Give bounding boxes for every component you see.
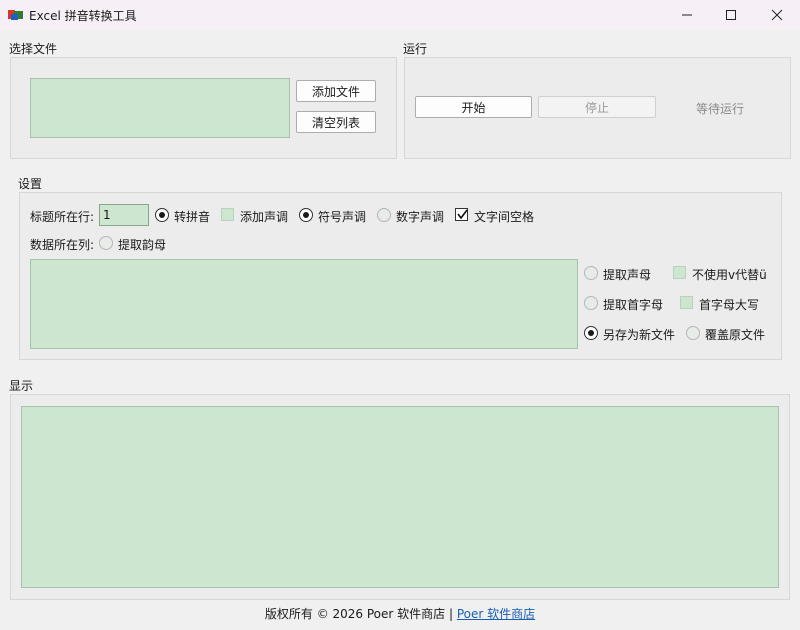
save-as-new-radio[interactable]	[584, 326, 598, 340]
space-between-label: 文字间空格	[474, 210, 535, 224]
space-between-checkbox[interactable]	[455, 208, 468, 221]
run-group-label: 运行	[403, 42, 428, 56]
log-display[interactable]	[21, 406, 779, 588]
column-list[interactable]	[30, 259, 578, 349]
convert-pinyin-label: 转拼音	[174, 210, 211, 224]
file-list[interactable]	[30, 78, 290, 138]
first-letter-upper-label: 首字母大写	[699, 298, 760, 312]
symbol-tone-radio[interactable]	[299, 208, 313, 222]
stop-button[interactable]: 停止	[538, 96, 656, 118]
symbol-tone-label: 符号声调	[318, 210, 367, 224]
extract-first-letter-label: 提取首字母	[603, 298, 664, 312]
display-group-label: 显示	[9, 379, 34, 393]
no-v-for-u-checkbox[interactable]	[673, 266, 686, 279]
number-tone-label: 数字声调	[396, 210, 445, 224]
start-button[interactable]: 开始	[415, 96, 532, 118]
save-as-new-label: 另存为新文件	[603, 328, 676, 342]
convert-pinyin-radio[interactable]	[155, 208, 169, 222]
title-row-input[interactable]: 1	[99, 204, 149, 226]
overwrite-label: 覆盖原文件	[705, 328, 766, 342]
minimize-icon[interactable]	[664, 0, 710, 30]
add-file-button[interactable]: 添加文件	[296, 80, 376, 102]
extract-initial-radio[interactable]	[584, 266, 598, 280]
extract-final-radio[interactable]	[99, 236, 113, 250]
first-letter-upper-checkbox[interactable]	[680, 296, 693, 309]
settings-group-label: 设置	[18, 177, 43, 191]
clear-list-button[interactable]: 清空列表	[296, 111, 376, 133]
title-bar: Excel 拼音转换工具	[0, 0, 800, 30]
store-link[interactable]: Poer 软件商店	[457, 607, 535, 621]
extract-final-label: 提取韵母	[118, 238, 167, 252]
run-status: 等待运行	[696, 102, 745, 116]
maximize-icon[interactable]	[708, 0, 754, 30]
overwrite-radio[interactable]	[686, 326, 700, 340]
add-tone-checkbox[interactable]	[221, 208, 234, 221]
add-tone-label: 添加声调	[240, 210, 289, 224]
number-tone-radio[interactable]	[377, 208, 391, 222]
copyright-text: 版权所有 © 2026 Poer 软件商店 |	[264, 607, 453, 621]
no-v-for-u-label: 不使用v代替ü	[692, 268, 767, 282]
footer: 版权所有 © 2026 Poer 软件商店 | Poer 软件商店	[0, 605, 800, 622]
window-title: Excel 拼音转换工具	[29, 9, 137, 23]
excel-pinyin-app-icon	[8, 8, 24, 22]
extract-first-letter-radio[interactable]	[584, 296, 598, 310]
extract-initial-label: 提取声母	[603, 268, 652, 282]
data-column-label: 数据所在列:	[30, 238, 95, 252]
file-group-label: 选择文件	[9, 42, 58, 56]
title-row-label: 标题所在行:	[30, 210, 95, 224]
close-icon[interactable]	[754, 0, 800, 30]
